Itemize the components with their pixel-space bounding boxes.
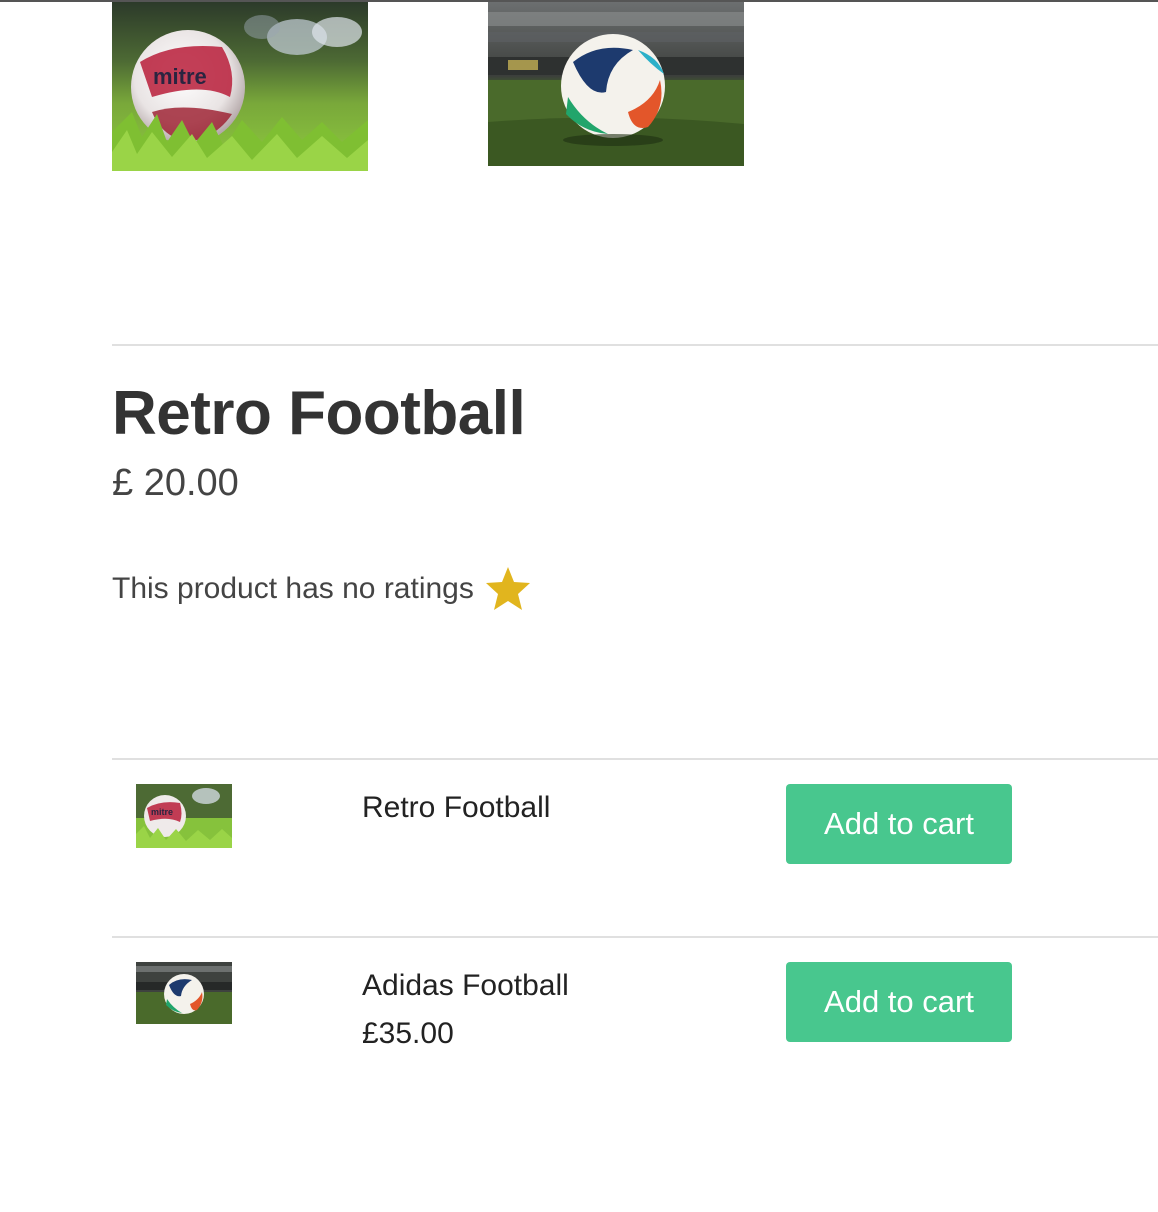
product-page: mitre Retro Football £ 20.00 This produc… xyxy=(0,0,1158,1212)
svg-text:mitre: mitre xyxy=(153,64,207,89)
product-title: Retro Football xyxy=(112,379,526,448)
adidas-football-thumbnail[interactable] xyxy=(136,962,232,1024)
retro-football-thumbnail[interactable]: mitre xyxy=(136,784,232,848)
item-name[interactable]: Adidas Football xyxy=(362,968,569,1004)
item-name[interactable]: Retro Football xyxy=(362,790,550,826)
section-divider xyxy=(112,344,1158,346)
add-to-cart-button[interactable]: Add to cart xyxy=(786,784,1012,864)
product-price: £ 20.00 xyxy=(112,462,239,504)
svg-text:mitre: mitre xyxy=(151,807,173,817)
list-item: Adidas Football £35.00 Add to cart xyxy=(112,938,1158,1114)
item-price: £35.00 xyxy=(362,1017,454,1050)
rating-row: This product has no ratings xyxy=(112,566,532,612)
star-icon[interactable] xyxy=(484,566,532,612)
rating-text: This product has no ratings xyxy=(112,572,474,605)
adidas-football-image[interactable] xyxy=(488,2,744,166)
list-item: mitre Retro Football Add to cart xyxy=(112,760,1158,936)
add-to-cart-button[interactable]: Add to cart xyxy=(786,962,1012,1042)
retro-football-image[interactable]: mitre xyxy=(112,2,368,171)
